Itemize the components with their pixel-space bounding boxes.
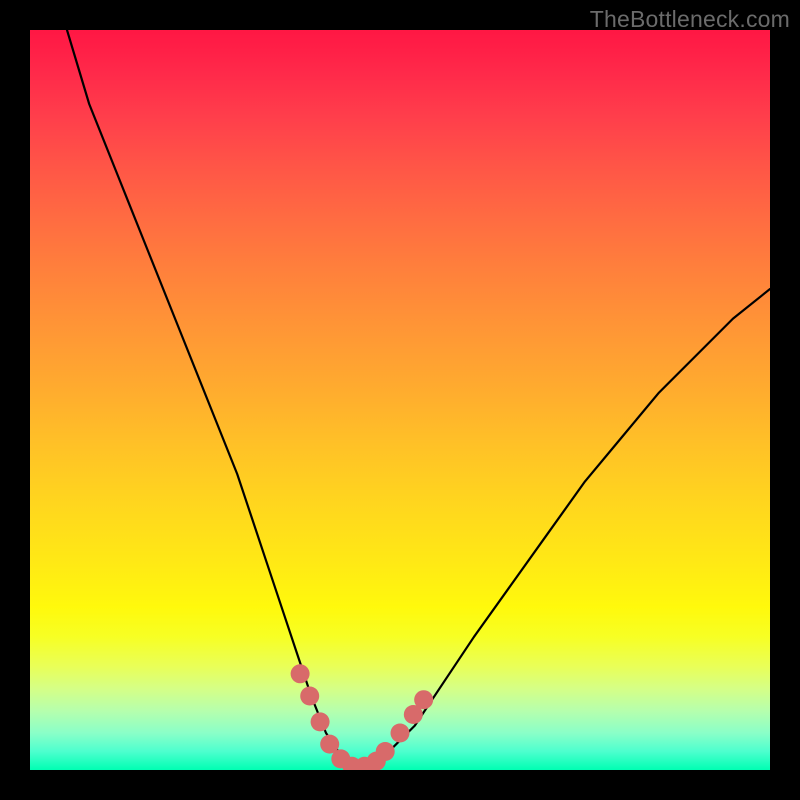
- chart-container: TheBottleneck.com: [0, 0, 800, 800]
- watermark-label: TheBottleneck.com: [590, 6, 790, 33]
- bottleneck-curve: [67, 30, 770, 770]
- marker-dot: [391, 724, 410, 743]
- marker-dot: [291, 664, 310, 683]
- marker-dot: [376, 742, 395, 761]
- plot-area: [30, 30, 770, 770]
- curve-svg: [30, 30, 770, 770]
- marker-dot: [311, 712, 330, 731]
- marker-group: [291, 664, 434, 770]
- marker-dot: [300, 687, 319, 706]
- marker-dot: [414, 690, 433, 709]
